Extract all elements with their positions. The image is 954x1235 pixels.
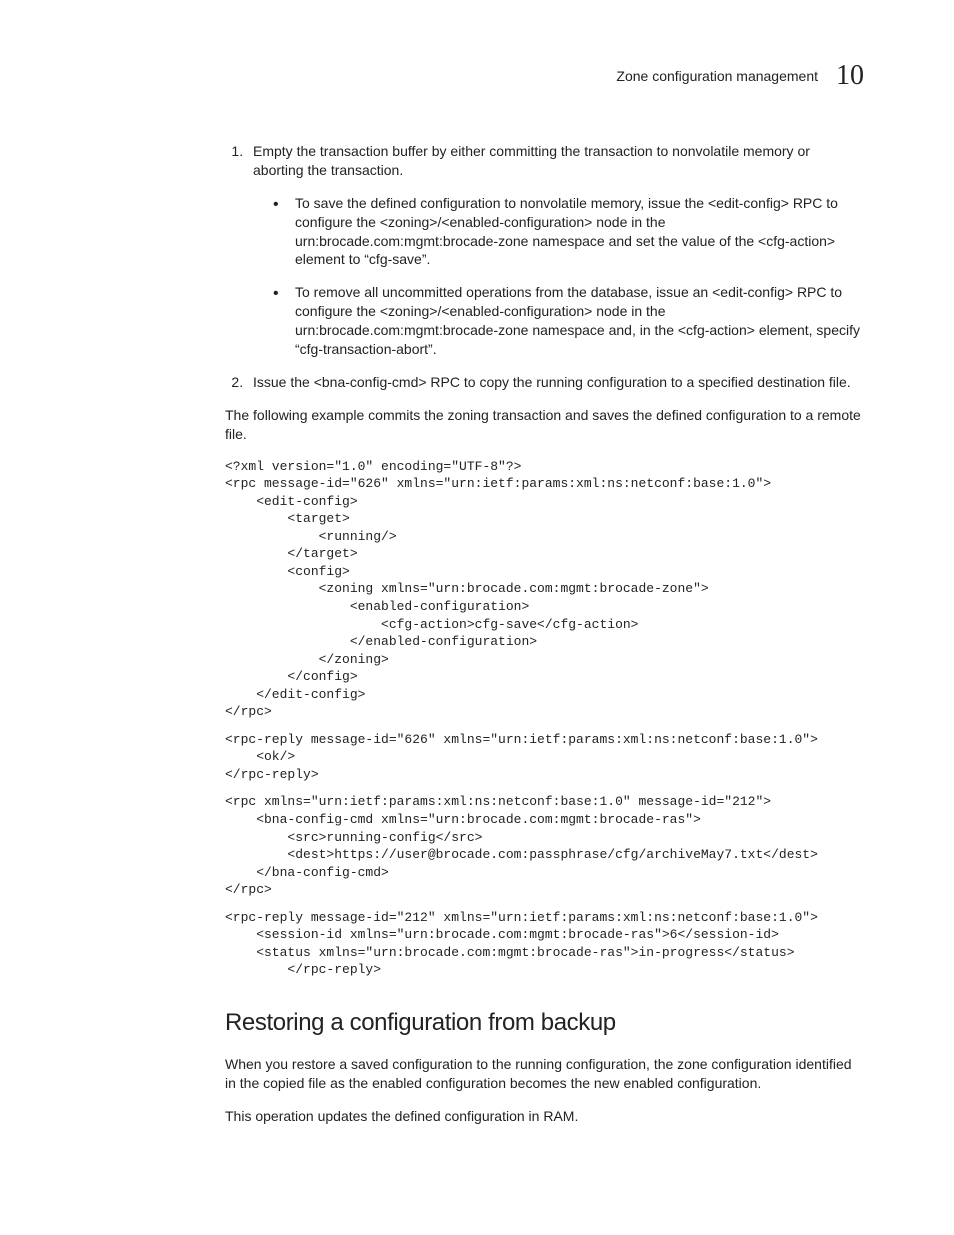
step-1-bullet-1: To save the defined configuration to non… — [285, 194, 864, 270]
chapter-number: 10 — [836, 60, 864, 92]
step-1: Empty the transaction buffer by either c… — [247, 142, 864, 359]
code-block-3: <rpc xmlns="urn:ietf:params:xml:ns:netco… — [225, 793, 864, 898]
code-block-4: <rpc-reply message-id="212" xmlns="urn:i… — [225, 909, 864, 979]
page-header: Zone configuration management 10 — [90, 60, 864, 92]
code-block-2: <rpc-reply message-id="626" xmlns="urn:i… — [225, 731, 864, 784]
content-area: Empty the transaction buffer by either c… — [90, 142, 864, 1126]
step-1-text: Empty the transaction buffer by either c… — [253, 143, 810, 178]
section-paragraph-1: When you restore a saved configuration t… — [225, 1055, 864, 1093]
step-1-bullet-2: To remove all uncommitted operations fro… — [285, 283, 864, 359]
section-paragraph-2: This operation updates the defined confi… — [225, 1107, 864, 1126]
step-2: Issue the <bna-config-cmd> RPC to copy t… — [247, 373, 864, 392]
code-block-1: <?xml version="1.0" encoding="UTF-8"?> <… — [225, 458, 864, 721]
numbered-steps: Empty the transaction buffer by either c… — [225, 142, 864, 392]
step-1-bullets: To save the defined configuration to non… — [253, 194, 864, 359]
step-2-text: Issue the <bna-config-cmd> RPC to copy t… — [253, 374, 851, 390]
section-heading: Restoring a configuration from backup — [225, 1007, 864, 1039]
intro-paragraph: The following example commits the zoning… — [225, 406, 864, 444]
header-section-title: Zone configuration management — [616, 68, 818, 84]
